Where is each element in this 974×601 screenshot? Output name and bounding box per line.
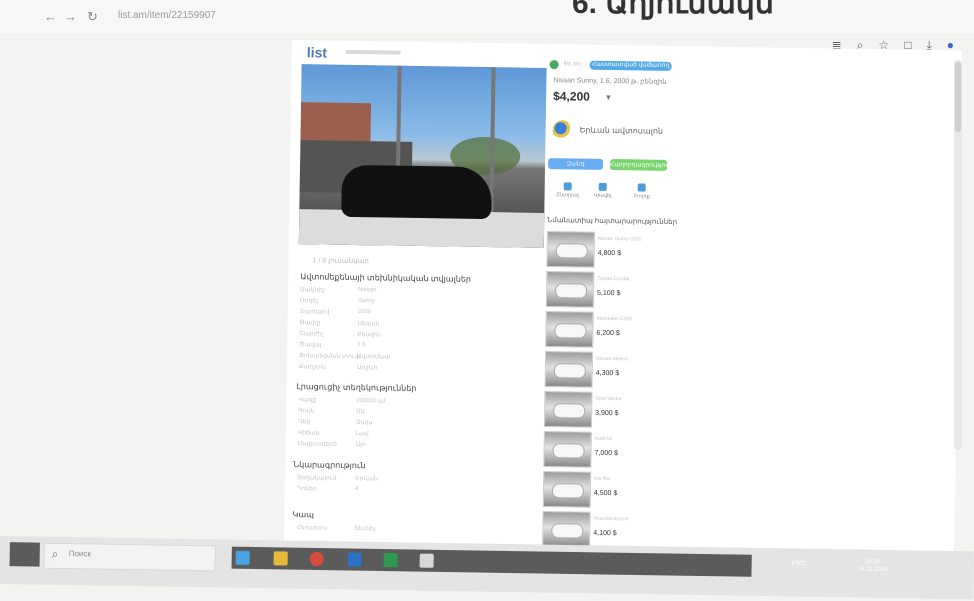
listing-page: list 1 / 8 լուսանկար Ավտոմեքենայի տեխնիկ… bbox=[283, 40, 962, 571]
car-photo[interactable] bbox=[298, 64, 547, 248]
spec-row: Տարեթիվ 2000 bbox=[299, 309, 372, 316]
spec-row: Մաքսազերծ Այո bbox=[297, 441, 366, 449]
car-thumbnail bbox=[544, 351, 594, 388]
reload-icon[interactable]: ↻ bbox=[87, 9, 98, 25]
seller-avatar bbox=[549, 60, 559, 70]
windows-start-icon[interactable] bbox=[9, 542, 40, 567]
listing-title: Nissan Sunny, 1.6, 2000 թ. բենզին bbox=[553, 77, 667, 86]
car-thumbnail bbox=[543, 391, 593, 428]
message-button[interactable]: Հաղորդագրություն bbox=[609, 159, 672, 171]
app-icon[interactable] bbox=[419, 553, 434, 568]
spec-row: Շարժիչ Բենզին bbox=[299, 331, 381, 339]
photo-car bbox=[341, 164, 493, 220]
word-icon[interactable] bbox=[347, 552, 362, 567]
description-title: Նկարագրություն bbox=[293, 460, 366, 471]
task-view-icon[interactable] bbox=[235, 550, 250, 565]
keyboard-language[interactable]: РУС bbox=[792, 560, 806, 567]
spec-row: Վիճակ Լավ bbox=[297, 430, 369, 438]
scroll-thumb[interactable] bbox=[955, 62, 961, 132]
page-scrollbar[interactable] bbox=[954, 60, 962, 450]
car-thumbnail bbox=[545, 311, 594, 348]
chevron-down-icon[interactable]: ▾ bbox=[606, 92, 611, 103]
pinned-apps bbox=[231, 546, 752, 577]
dealer-logo-icon bbox=[552, 120, 573, 141]
spec-row: Քարշակ Առջևի bbox=[298, 364, 378, 372]
taskbar-search[interactable]: ⌕ Поиск bbox=[43, 542, 216, 572]
forward-icon[interactable]: → bbox=[64, 9, 77, 24]
file-explorer-icon[interactable] bbox=[273, 551, 288, 566]
address-bar[interactable]: list.am/item/22159907 bbox=[118, 10, 216, 21]
extra-info-title: Լրացուցիչ տեղեկություններ bbox=[296, 382, 417, 393]
photo-caption: 1 / 8 լուսանկար bbox=[312, 257, 369, 266]
seller-name[interactable]: list.am bbox=[564, 61, 581, 67]
contact-title: Կապ bbox=[292, 510, 315, 520]
report-action[interactable]: Բողոք bbox=[630, 183, 654, 200]
car-thumbnail bbox=[542, 510, 591, 548]
car-thumbnail bbox=[543, 431, 592, 468]
spec-row[interactable]: Հեռախոս Տեսնել bbox=[296, 524, 501, 536]
overlay-title: 6. Աղյուսակն bbox=[572, 0, 774, 20]
browser-toolbar: ← → ↻ list.am/item/22159907 bbox=[0, 0, 974, 34]
list-item[interactable]: Nissan Almera 4,300 $ bbox=[544, 351, 706, 392]
back-icon[interactable]: ← bbox=[44, 9, 57, 24]
excel-icon[interactable] bbox=[383, 553, 398, 568]
photo-house bbox=[300, 102, 372, 144]
share-icon bbox=[598, 182, 607, 191]
chrome-icon[interactable] bbox=[309, 551, 324, 567]
seller-panel: list.am Հաստատված վաճառող Nissan Sunny, … bbox=[542, 60, 700, 548]
price: $4,200 bbox=[553, 89, 590, 104]
system-clock[interactable]: 16:22 26.11.2024 bbox=[852, 557, 894, 574]
spec-row: Վազք 230000 կմ bbox=[298, 397, 386, 405]
favorite-action[interactable]: Ընտրյալ bbox=[556, 182, 580, 199]
list-item[interactable]: Audi A4 7,000 $ bbox=[543, 431, 704, 472]
share-action[interactable]: Կիսվել bbox=[591, 182, 615, 199]
logo-tagline bbox=[345, 49, 401, 55]
site-logo[interactable]: list bbox=[307, 44, 327, 60]
flag-icon bbox=[637, 183, 646, 192]
list-item[interactable]: Toyota Corolla 5,100 $ bbox=[545, 271, 707, 312]
similar-listings-title: Նմանատիպ հայտարարություններ bbox=[547, 217, 678, 227]
search-icon: ⌕ bbox=[51, 546, 59, 561]
dealer-name[interactable]: Երևան ավտոսալոն bbox=[580, 126, 664, 136]
list-item[interactable]: Opel Vectra 3,900 $ bbox=[543, 391, 705, 432]
spec-row: Դռներ 4 bbox=[296, 486, 359, 493]
specs-title: Ավտոմեքենայի տեխնիկական տվյալներ bbox=[300, 272, 472, 284]
status-badge: Հաստատված վաճառող bbox=[589, 60, 672, 71]
spec-row: Մոդել Sunny bbox=[299, 298, 375, 305]
photo-pagination[interactable] bbox=[406, 233, 427, 239]
list-item[interactable]: Kia Rio 4,500 $ bbox=[542, 470, 704, 512]
heart-icon bbox=[563, 182, 572, 191]
car-thumbnail bbox=[545, 271, 595, 308]
car-thumbnail bbox=[542, 470, 592, 508]
call-button[interactable]: Զանգ bbox=[548, 158, 604, 170]
car-thumbnail bbox=[546, 231, 596, 268]
spec-row: Տեղակայում Երևան bbox=[297, 475, 378, 483]
spec-row: Փոխանցման տուփ Ավտոմատ bbox=[298, 353, 391, 361]
spec-row: Մակնիշ Nissan bbox=[300, 287, 377, 294]
taskbar-search-placeholder: Поиск bbox=[68, 549, 91, 559]
spec-row: Ծավալ 1.6 bbox=[299, 342, 366, 349]
spec-row: Ղեկ Ձախ bbox=[297, 419, 373, 427]
list-item[interactable]: Nissan Sunny 2001 4,800 $ bbox=[546, 231, 707, 272]
spec-row: Գույն Սև bbox=[298, 408, 366, 416]
spec-row: Թափք Սեդան bbox=[299, 320, 380, 328]
list-item[interactable]: Mercedes C200 6,200 $ bbox=[545, 311, 706, 352]
